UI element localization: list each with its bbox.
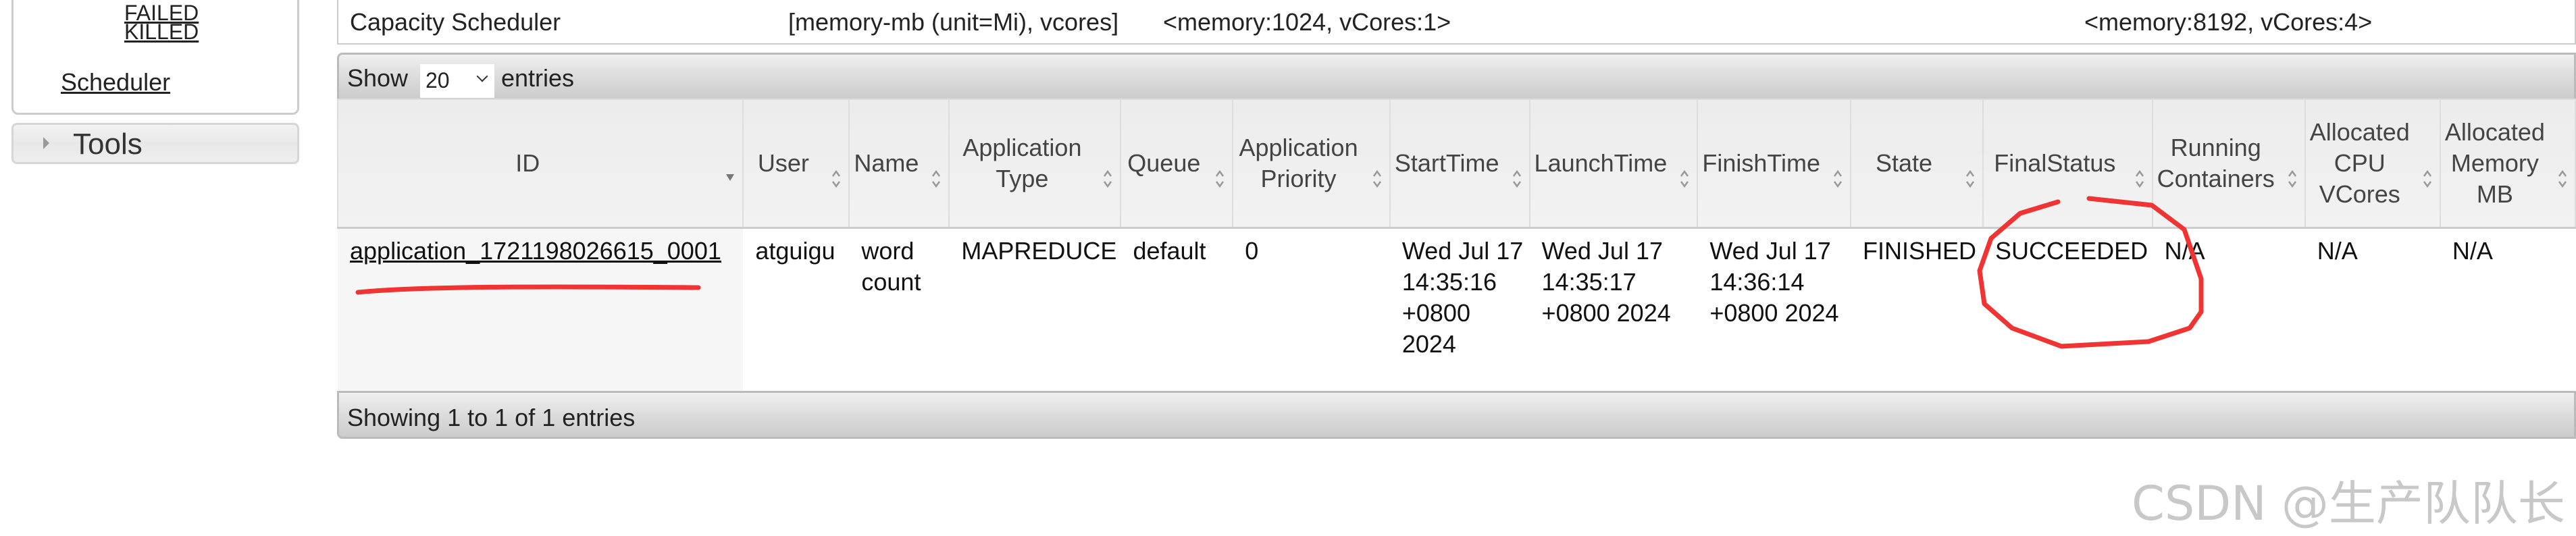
sidebar-tools-toggle[interactable]: Tools <box>11 123 299 164</box>
sort-both-icon <box>2558 169 2567 188</box>
column-header-label: Application Priority <box>1239 133 1358 192</box>
sort-both-icon <box>1966 169 1975 188</box>
sort-both-icon <box>2288 169 2296 188</box>
column-header-label: State <box>1876 149 1933 177</box>
column-header-user[interactable]: User <box>742 99 850 229</box>
column-header-label: FinalStatus <box>1994 149 2116 177</box>
sort-descending-icon <box>726 173 735 181</box>
application-id-link[interactable]: application_1721198026615_0001 <box>350 237 721 265</box>
sort-both-icon <box>1216 169 1225 188</box>
cell-application-type: MAPREDUCE <box>961 236 1117 265</box>
sort-both-icon <box>1680 169 1689 188</box>
cell-id: application_1721198026615_0001 <box>338 227 744 392</box>
column-header-label: FinishTime <box>1702 149 1821 177</box>
table-footer: Showing 1 to 1 of 1 entries <box>337 391 2576 439</box>
sidebar-link-scheduler[interactable]: Scheduler <box>61 68 170 97</box>
cell-queue: default <box>1133 236 1206 265</box>
column-header-launchtime[interactable]: LaunchTime <box>1528 99 1699 229</box>
table-info: Showing 1 to 1 of 1 entries <box>347 404 636 431</box>
column-header-name[interactable]: Name <box>848 99 950 229</box>
cell-user: atguigu <box>755 236 835 265</box>
column-header-label: User <box>757 149 809 177</box>
sort-both-icon <box>2135 169 2144 188</box>
show-label: Show <box>347 64 409 92</box>
column-header-label: ID <box>515 149 540 177</box>
sort-both-icon <box>1834 169 1843 188</box>
cell-running-containers: N/A <box>2164 236 2205 265</box>
entries-per-page-select[interactable]: 20 <box>420 64 494 98</box>
table-row: application_1721198026615_0001 atguigu wor… <box>338 227 2575 392</box>
column-header-label: LaunchTime <box>1534 149 1668 177</box>
sort-both-icon <box>2423 169 2431 188</box>
sort-both-icon <box>932 169 941 188</box>
column-header-label: Allocated CPU VCores <box>2309 117 2410 208</box>
scheduler-type: Capacity Scheduler <box>350 8 561 36</box>
column-header-label: Running Containers <box>2157 133 2275 192</box>
column-header-finalstatus[interactable]: FinalStatus <box>1982 99 2153 229</box>
cell-starttime: Wed Jul 17 14:35:16 +0800 2024 <box>1401 236 1524 358</box>
sort-both-icon <box>1512 169 1521 188</box>
sort-both-icon <box>1372 169 1381 188</box>
column-header-running-containers[interactable]: Running Containers <box>2151 99 2306 229</box>
cell-name: word count <box>861 236 921 296</box>
column-header-label: Name <box>854 149 919 177</box>
column-header-starttime[interactable]: StartTime <box>1389 99 1530 229</box>
column-header-allocated-memory-mb[interactable]: Allocated Memory MB <box>2439 99 2576 229</box>
cell-application-priority: 0 <box>1245 236 1259 265</box>
chevron-down-icon <box>476 70 488 82</box>
column-header-label: Allocated Memory MB <box>2444 117 2545 208</box>
cell-finalstatus: SUCCEEDED <box>1995 236 2148 265</box>
sort-both-icon <box>1104 169 1112 188</box>
cell-allocated-cpu-vcores: N/A <box>2317 236 2358 265</box>
table-length-control: Show 20 entries <box>337 53 2576 99</box>
column-header-allocated-cpu-vcores[interactable]: Allocated CPU VCores <box>2304 99 2441 229</box>
scheduler-info-row: Capacity Scheduler [memory-mb (unit=Mi),… <box>337 0 2576 45</box>
cell-state: FINISHED <box>1863 236 1977 265</box>
cell-allocated-memory-mb: N/A <box>2452 236 2493 265</box>
column-header-state[interactable]: State <box>1850 99 1984 229</box>
cell-launchtime: Wed Jul 17 14:35:17 +0800 2024 <box>1541 236 1671 327</box>
sidebar-apps-panel: FAILED KILLED Scheduler <box>11 0 299 115</box>
column-header-label: StartTime <box>1394 149 1499 177</box>
entries-select-value: 20 <box>426 68 450 92</box>
column-header-application-type[interactable]: Application Type <box>948 99 1122 229</box>
column-header-label: Queue <box>1127 149 1201 177</box>
column-header-id[interactable]: ID <box>336 99 744 229</box>
column-header-finishtime[interactable]: FinishTime <box>1697 99 1852 229</box>
triangle-right-icon <box>43 137 49 149</box>
sort-both-icon <box>832 169 841 188</box>
column-header-queue[interactable]: Queue <box>1120 99 1234 229</box>
tools-label: Tools <box>73 128 143 161</box>
column-header-application-priority[interactable]: Application Priority <box>1232 99 1391 229</box>
entries-label: entries <box>501 64 575 92</box>
scheduler-max-allocation: <memory:8192, vCores:4> <box>2084 8 2373 36</box>
sidebar-link-killed[interactable]: KILLED <box>124 20 199 45</box>
scheduler-min-allocation: <memory:1024, vCores:1> <box>1163 8 1451 36</box>
applications-table: ID User Name Application Type Queue Applicati… <box>336 99 2576 392</box>
cell-finishtime: Wed Jul 17 14:36:14 +0800 2024 <box>1709 236 1839 327</box>
watermark: CSDN @生产队队长 <box>2132 476 2565 531</box>
scheduler-resource-types: [memory-mb (unit=Mi), vcores] <box>788 8 1119 36</box>
column-header-label: Application Type <box>962 133 1082 192</box>
